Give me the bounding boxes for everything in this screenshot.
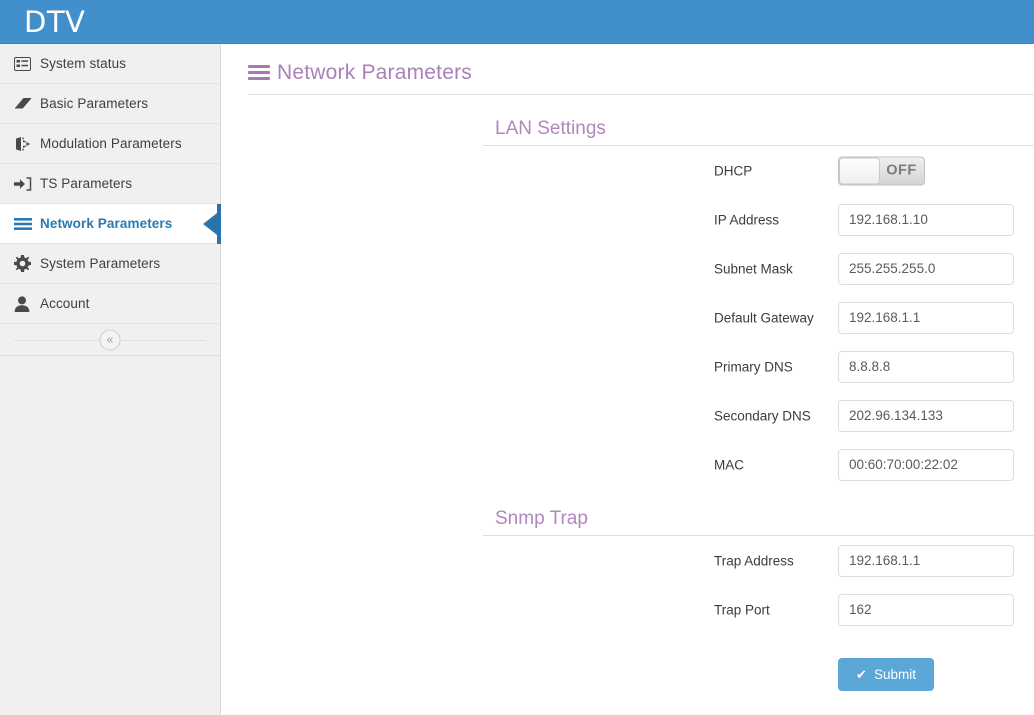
sidebar-item-network-parameters[interactable]: Network Parameters (0, 204, 221, 244)
mac-input[interactable] (838, 448, 1014, 481)
form-row-default-gateway: Default Gateway (483, 293, 1034, 342)
form-row-primary-dns: Primary DNS (483, 342, 1034, 391)
sidebar-item-label: Basic Parameters (40, 96, 149, 111)
active-item-pointer (203, 209, 221, 238)
page-title-bar: Network Parameters (248, 52, 1034, 95)
field-label: Subnet Mask (714, 261, 793, 276)
section-lan-settings: LAN Settings DHCP OFF IP Address Subnet … (483, 108, 1034, 489)
field-label: MAC (714, 457, 744, 472)
section-snmp-trap: Snmp Trap Trap Address Trap Port ✔ Submi… (483, 498, 1034, 704)
section-title: Snmp Trap (495, 508, 588, 529)
sidebar-item-label: Account (40, 296, 90, 311)
field-label: IP Address (714, 212, 780, 227)
form-row-secondary-dns: Secondary DNS (483, 391, 1034, 440)
subnet-mask-input[interactable] (838, 252, 1014, 285)
sidebar-item-label: System status (40, 56, 127, 71)
field-label: Trap Port (714, 602, 770, 617)
list-alt-icon (14, 56, 40, 71)
gear-icon (14, 255, 40, 272)
sidebar-item-basic-parameters[interactable]: Basic Parameters (0, 84, 220, 124)
sidebar-item-system-status[interactable]: System status (0, 44, 220, 84)
sidebar-nav: System status Basic Parameters Modulatio… (0, 44, 221, 715)
form-row-trap-port: Trap Port (483, 585, 1034, 634)
sidebar-item-ts-parameters[interactable]: TS Parameters (0, 164, 220, 204)
page-title: Network Parameters (277, 61, 472, 84)
sidebar-item-label: Network Parameters (40, 216, 173, 231)
app-header: DTV (0, 0, 1034, 44)
sidebar-item-label: System Parameters (40, 256, 161, 271)
user-icon (14, 295, 40, 312)
form-row-subnet-mask: Subnet Mask (483, 244, 1034, 293)
form-row-mac: MAC (483, 440, 1034, 489)
submit-button[interactable]: ✔ Submit (838, 658, 934, 691)
bars-icon (14, 217, 40, 231)
form-row-dhcp: DHCP OFF (483, 146, 1034, 195)
sidebar-item-label: TS Parameters (40, 176, 133, 191)
sidebar-item-account[interactable]: Account (0, 284, 220, 324)
toggle-state-label: OFF (886, 162, 917, 178)
submit-row: ✔ Submit (483, 634, 1034, 704)
main-content: Network Parameters LAN Settings DHCP OFF… (222, 44, 1034, 715)
trap-address-input[interactable] (838, 544, 1014, 577)
field-label: Default Gateway (714, 310, 814, 325)
field-label: DHCP (714, 163, 753, 178)
section-title: LAN Settings (495, 118, 606, 139)
form-row-ip-address: IP Address (483, 195, 1034, 244)
collapse-sidebar-button[interactable]: « (99, 329, 121, 351)
secondary-dns-input[interactable] (838, 399, 1014, 432)
sign-out-icon (14, 136, 40, 152)
primary-dns-input[interactable] (838, 350, 1014, 383)
check-icon: ✔ (856, 666, 867, 682)
sidebar-item-label: Modulation Parameters (40, 136, 182, 151)
sign-in-icon (14, 176, 40, 192)
ip-address-input[interactable] (838, 203, 1014, 236)
field-label: Secondary DNS (714, 408, 811, 423)
dhcp-toggle[interactable]: OFF (838, 156, 925, 185)
submit-button-label: Submit (873, 667, 916, 682)
default-gateway-input[interactable] (838, 301, 1014, 334)
sidebar-item-modulation-parameters[interactable]: Modulation Parameters (0, 124, 220, 164)
field-label: Trap Address (714, 553, 794, 568)
bars-icon (248, 65, 270, 81)
field-label: Primary DNS (714, 359, 793, 374)
section-header: LAN Settings (483, 108, 1034, 146)
form-row-trap-address: Trap Address (483, 536, 1034, 585)
eraser-icon (14, 96, 40, 111)
sidebar-collapse-row: « (0, 324, 220, 356)
sidebar-item-system-parameters[interactable]: System Parameters (0, 244, 220, 284)
trap-port-input[interactable] (838, 593, 1014, 626)
toggle-knob (839, 157, 880, 184)
app-brand-logo: DTV (24, 4, 86, 39)
section-header: Snmp Trap (483, 498, 1034, 536)
